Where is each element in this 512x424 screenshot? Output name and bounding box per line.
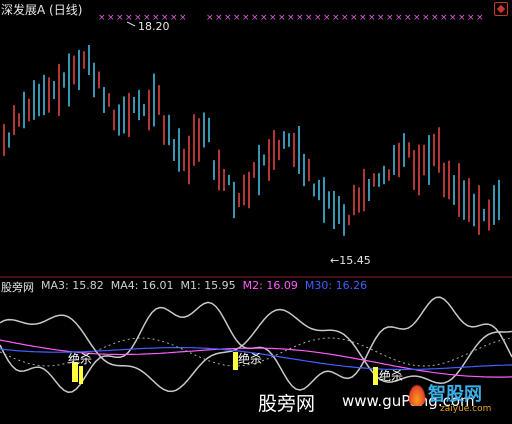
marker-cross: × [323, 13, 331, 23]
marker-cross: × [278, 13, 286, 23]
marker-cross: × [305, 13, 313, 23]
marker-cross: × [404, 13, 412, 23]
logo-text: 智股网 [428, 384, 482, 405]
marker-cross: × [413, 13, 421, 23]
watermark-site: 股旁网 [258, 393, 316, 415]
indicator-legend: 股旁网 MA3: 15.82 MA4: 16.01 M1: 15.95 M2: … [1, 279, 374, 294]
marker-cross: × [179, 13, 187, 23]
marker-cross: × [287, 13, 295, 23]
marker-cross: × [467, 13, 475, 23]
signal-bar [373, 367, 378, 385]
signal-label-3: 绝杀 [379, 368, 403, 383]
marker-cross: × [458, 13, 466, 23]
marker-cross: × [377, 13, 385, 23]
marker-cross: × [170, 13, 178, 23]
marker-cross: × [431, 13, 439, 23]
indicator-name: 股旁网 [1, 281, 34, 294]
legend-ma3: MA3: 15.82 [41, 279, 104, 292]
marker-cross: × [440, 13, 448, 23]
legend-m1: M1: 15.95 [180, 279, 236, 292]
legend-m30: M30: 16.26 [304, 279, 368, 292]
marker-cross: × [215, 13, 223, 23]
marker-cross: × [332, 13, 340, 23]
marker-cross: × [269, 13, 277, 23]
marker-cross: × [296, 13, 304, 23]
flame-logo-icon [408, 384, 426, 406]
marker-cross: × [350, 13, 358, 23]
marker-cross: × [233, 13, 241, 23]
marker-cross: × [251, 13, 259, 23]
marker-cross: × [368, 13, 376, 23]
marker-cross: × [341, 13, 349, 23]
marker-cross: × [386, 13, 394, 23]
legend-m2: M2: 16.09 [242, 279, 298, 292]
signal-bar [79, 366, 83, 384]
marker-cross: × [242, 13, 250, 23]
marker-cross: × [125, 13, 133, 23]
stock-chart: × × × × × × × × × × × × × × × × × × × × × × × × × × × × × × × × × × × × × × × ×… [0, 13, 512, 393]
signal-label-2: 绝杀 [238, 351, 262, 366]
marker-cross: × [98, 13, 106, 23]
marker-cross: × [359, 13, 367, 23]
marker-cross: × [116, 13, 124, 23]
low-price-label: ←15.45 [330, 254, 371, 267]
high-price-label: 18.20 [138, 20, 170, 33]
marker-cross: × [107, 13, 115, 23]
marker-cross: × [224, 13, 232, 23]
signal-label-1: 绝杀 [68, 351, 92, 366]
marker-cross: × [206, 13, 214, 23]
legend-ma4: MA4: 16.01 [110, 279, 174, 292]
marker-cross: × [260, 13, 268, 23]
marker-cross: × [422, 13, 430, 23]
candlestick-series [3, 44, 500, 236]
marker-cross: × [476, 13, 484, 23]
marker-cross: × [449, 13, 457, 23]
marker-cross: × [395, 13, 403, 23]
settings-icon[interactable] [494, 2, 508, 16]
chart-title: 深发展A (日线) [1, 3, 83, 17]
marker-cross: × [314, 13, 322, 23]
logo-url: zaiyue.com [440, 404, 492, 414]
